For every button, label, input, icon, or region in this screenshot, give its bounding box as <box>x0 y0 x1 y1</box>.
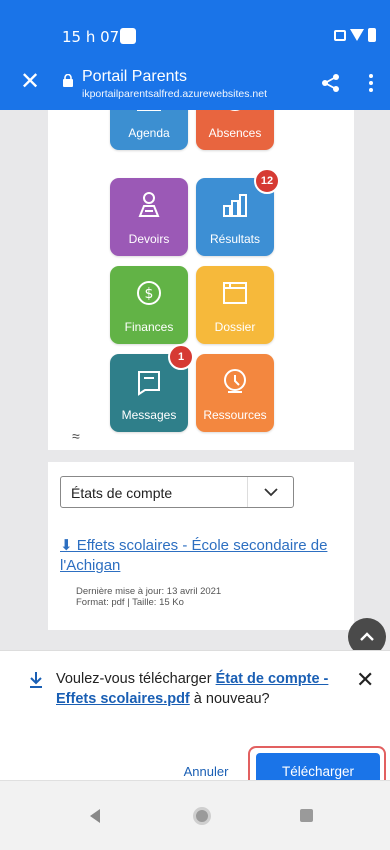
tile-label: Dossier <box>214 320 256 334</box>
folder-icon <box>220 278 250 308</box>
navigation-bar <box>0 780 390 850</box>
download-text-after: à nouveau? <box>189 691 270 707</box>
home-icon[interactable] <box>193 807 211 825</box>
download-text-before: Voulez-vous télécharger <box>56 671 216 687</box>
tile-agenda[interactable]: Agenda <box>110 110 188 150</box>
tile-label: Messages <box>121 408 177 422</box>
resources-icon <box>220 366 250 396</box>
page-content: Agenda Absences Devoirs Résultats 12 $ F… <box>0 110 390 650</box>
scroll-to-top-button[interactable] <box>348 618 386 650</box>
status-time: 15 h 07 <box>62 28 120 46</box>
tile-finances[interactable]: $ Finances <box>110 266 188 344</box>
tile-label: Ressources <box>203 408 267 422</box>
notification-icon <box>120 28 136 44</box>
lock-icon <box>62 74 76 87</box>
user-circle-icon <box>220 110 250 114</box>
tile-label: Devoirs <box>128 232 170 246</box>
page-title: Portail Parents <box>82 68 187 85</box>
document-link[interactable]: ⬇ Effets scolaires - École secondaire de… <box>60 536 350 576</box>
bar-chart-icon <box>220 190 250 220</box>
download-prompt: Voulez-vous télécharger État de compte -… <box>0 650 390 796</box>
account-select-value: États de compte <box>71 485 173 501</box>
svg-text:$: $ <box>145 286 154 302</box>
wifi-icon <box>350 29 364 41</box>
results-count-badge: 12 <box>254 168 280 194</box>
tile-label: Finances <box>124 320 174 334</box>
share-icon[interactable] <box>320 72 342 94</box>
message-icon <box>134 366 164 396</box>
tile-devoirs[interactable]: Devoirs <box>110 178 188 256</box>
tile-label: Agenda <box>128 126 170 140</box>
battery-icon <box>368 28 376 42</box>
back-icon[interactable] <box>90 809 100 823</box>
chevron-up-icon <box>360 632 374 641</box>
collapse-icon[interactable]: ≈ <box>72 428 80 444</box>
tile-dossier[interactable]: Dossier <box>196 266 274 344</box>
close-icon[interactable]: ✕ <box>356 669 374 691</box>
dollar-icon: $ <box>134 278 164 308</box>
more-menu-icon[interactable] <box>368 72 374 94</box>
download-icon <box>28 671 44 689</box>
document-updated: Dernière mise à jour: 13 avril 2021 <box>76 586 222 597</box>
recent-apps-icon[interactable] <box>300 809 313 822</box>
tile-label: Résultats <box>209 232 261 246</box>
menu-card: Agenda Absences Devoirs Résultats 12 $ F… <box>48 110 354 450</box>
tile-absences[interactable]: Absences <box>196 110 274 150</box>
account-select[interactable]: États de compte <box>60 476 294 508</box>
document-format: Format: pdf | Taille: 15 Ko <box>76 597 184 608</box>
status-icons <box>334 28 376 42</box>
documents-card: États de compte ⬇ Effets scolaires - Éco… <box>48 462 354 630</box>
tile-resultats[interactable]: Résultats 12 <box>196 168 280 256</box>
page-host: ikportailparentsalfred.azurewebsites.net <box>82 88 268 100</box>
document-meta: Dernière mise à jour: 13 avril 2021 Form… <box>76 586 221 608</box>
chevron-down-icon <box>247 477 293 507</box>
cast-icon <box>334 29 346 41</box>
download-message: Voulez-vous télécharger État de compte -… <box>56 669 336 709</box>
messages-count-badge: 1 <box>168 344 194 370</box>
tile-ressources[interactable]: Ressources <box>196 354 274 432</box>
status-bar: 15 h 07 <box>0 0 390 58</box>
student-icon <box>134 190 164 220</box>
tile-label: Absences <box>208 126 262 140</box>
close-tab-button[interactable]: ✕ <box>20 70 40 94</box>
calendar-icon <box>134 110 164 114</box>
browser-toolbar: ✕ Portail Parents ikportailparentsalfred… <box>0 58 390 110</box>
tile-messages[interactable]: Messages 1 <box>110 344 194 432</box>
